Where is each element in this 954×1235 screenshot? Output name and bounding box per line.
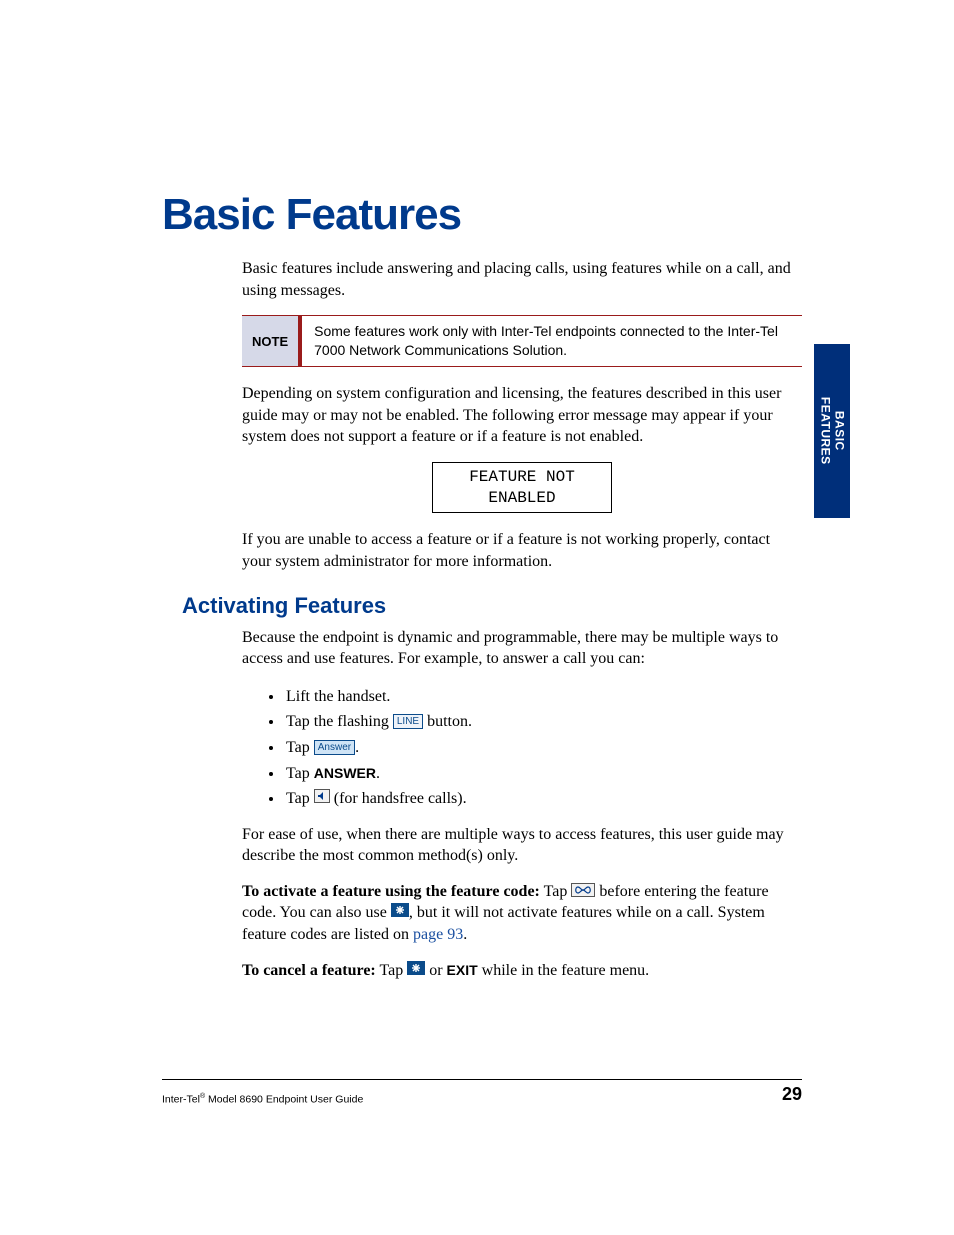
text-fragment: . (463, 926, 467, 943)
error-display: FEATURE NOT ENABLED (432, 462, 612, 514)
page-number: 29 (782, 1084, 802, 1105)
content-area: Basic Features Basic features include an… (162, 190, 802, 995)
infinity-icon (571, 883, 595, 897)
note-label: NOTE (242, 316, 302, 366)
text-fragment: . (355, 739, 359, 756)
text-fragment: button. (423, 713, 472, 730)
note-text: Some features work only with Inter-Tel e… (302, 316, 802, 366)
speaker-icon (314, 789, 330, 803)
page-footer: Inter-Tel® Model 8690 Endpoint User Guid… (162, 1079, 802, 1105)
text-fragment: (for handsfree calls). (330, 790, 467, 807)
answer-methods-list: Lift the handset. Tap the flashing LINE … (270, 684, 802, 812)
section-thumb-tab: BASICFEATURES (814, 344, 850, 518)
section-title-activating: Activating Features (182, 593, 802, 619)
activate-feature-paragraph: To activate a feature using the feature … (242, 881, 802, 946)
thumb-tab-label: BASICFEATURES (818, 397, 846, 465)
text-fragment: Tap (286, 765, 314, 782)
page: Basic Features Basic features include an… (0, 0, 954, 1235)
text-fragment: while in the feature menu. (478, 962, 650, 979)
contact-admin-paragraph: If you are unable to access a feature or… (242, 529, 802, 572)
chapter-title: Basic Features (162, 190, 802, 240)
intro-paragraph: Basic features include answering and pla… (242, 258, 802, 301)
text-fragment: Tap (540, 883, 571, 900)
asterisk-key-icon (407, 961, 425, 975)
activate-lead: To activate a feature using the feature … (242, 883, 540, 900)
text-fragment: Tap (376, 962, 407, 979)
activating-intro: Because the endpoint is dynamic and prog… (242, 627, 802, 670)
text-fragment: Tap (286, 790, 314, 807)
answer-button-icon: Answer (314, 740, 355, 755)
list-item: Tap ANSWER. (284, 761, 802, 787)
text-fragment: Tap the flashing (286, 713, 393, 730)
list-item: Tap (for handsfree calls). (284, 786, 802, 812)
cancel-lead: To cancel a feature: (242, 962, 376, 979)
exit-label: EXIT (447, 962, 478, 978)
text-fragment: Tap (286, 739, 314, 756)
page-93-link[interactable]: page 93 (413, 926, 463, 943)
line-button-icon: LINE (393, 714, 423, 729)
text-fragment: . (376, 765, 380, 782)
list-item: Lift the handset. (284, 684, 802, 710)
licensing-paragraph: Depending on system configuration and li… (242, 383, 802, 448)
display-line-2: ENABLED (451, 488, 593, 509)
list-item: Tap the flashing LINE button. (284, 709, 802, 735)
cancel-feature-paragraph: To cancel a feature: Tap or EXIT while i… (242, 960, 802, 982)
text-fragment: or (425, 962, 446, 979)
list-item: Tap Answer. (284, 735, 802, 761)
answer-bold-label: ANSWER (314, 765, 376, 781)
activating-outro: For ease of use, when there are multiple… (242, 824, 802, 867)
footer-title: Inter-Tel® Model 8690 Endpoint User Guid… (162, 1093, 363, 1106)
display-line-1: FEATURE NOT (451, 467, 593, 488)
note-box: NOTE Some features work only with Inter-… (242, 315, 802, 367)
asterisk-key-icon (391, 903, 409, 917)
